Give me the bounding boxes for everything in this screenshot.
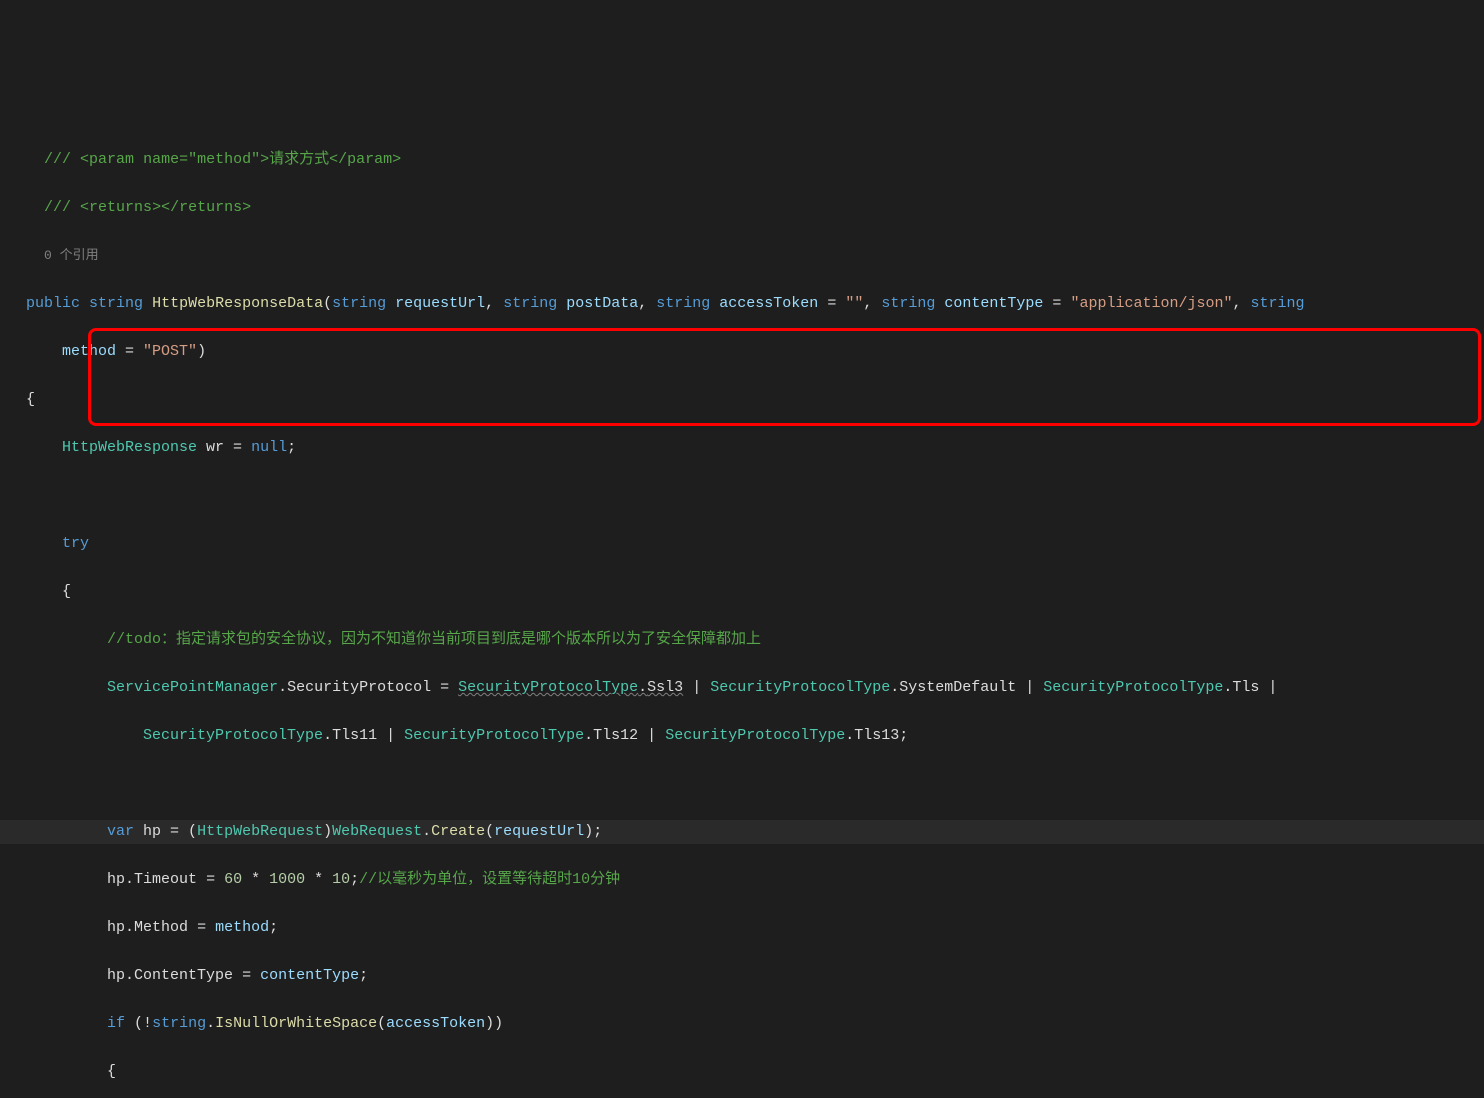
open-brace: { [26, 391, 35, 408]
keyword-if: if [107, 1015, 125, 1032]
code-line[interactable] [0, 772, 1484, 796]
keyword-var: var [107, 823, 134, 840]
code-line[interactable]: hp.ContentType = contentType; [0, 964, 1484, 988]
code-line[interactable] [0, 484, 1484, 508]
type-string: string [89, 295, 143, 312]
codelens-line[interactable]: 0 个引用 [0, 244, 1484, 268]
code-line[interactable]: if (!string.IsNullOrWhiteSpace(accessTok… [0, 1012, 1484, 1036]
code-line[interactable]: hp.Method = method; [0, 916, 1484, 940]
code-line[interactable]: ServicePointManager.SecurityProtocol = S… [0, 676, 1484, 700]
type-name: HttpWebResponse [62, 439, 197, 456]
codelens-references[interactable]: 0 个引用 [44, 248, 99, 263]
code-line[interactable]: { [0, 388, 1484, 412]
code-line[interactable]: SecurityProtocolType.Tls11 | SecurityPro… [0, 724, 1484, 748]
xml-doc-comment: /// <param name="method">请求方式</param> [44, 151, 401, 168]
squiggle-warning: SecurityProtocolType [458, 679, 638, 696]
code-line[interactable]: hp.Timeout = 60 * 1000 * 10;//以毫秒为单位，设置等… [0, 868, 1484, 892]
xml-doc-comment: /// <returns></returns> [44, 199, 251, 216]
method-name: HttpWebResponseData [152, 295, 323, 312]
code-line[interactable]: { [0, 580, 1484, 604]
keyword-try: try [62, 535, 89, 552]
keyword-public: public [26, 295, 80, 312]
code-line[interactable]: public string HttpWebResponseData(string… [0, 292, 1484, 316]
code-editor-viewport[interactable]: /// <param name="method">请求方式</param> //… [0, 100, 1484, 1098]
todo-comment: //todo：指定请求包的安全协议，因为不知道你当前项目到底是哪个版本所以为了安… [107, 631, 761, 648]
code-line[interactable]: //todo：指定请求包的安全协议，因为不知道你当前项目到底是哪个版本所以为了安… [0, 628, 1484, 652]
code-line[interactable]: method = "POST") [0, 340, 1484, 364]
code-line[interactable]: /// <returns></returns> [0, 196, 1484, 220]
code-line[interactable]: HttpWebResponse wr = null; [0, 436, 1484, 460]
code-line[interactable]: try [0, 532, 1484, 556]
code-line-current[interactable]: var hp = (HttpWebRequest)WebRequest.Crea… [0, 820, 1484, 844]
code-line[interactable]: /// <param name="method">请求方式</param> [0, 148, 1484, 172]
code-line[interactable]: { [0, 1060, 1484, 1084]
